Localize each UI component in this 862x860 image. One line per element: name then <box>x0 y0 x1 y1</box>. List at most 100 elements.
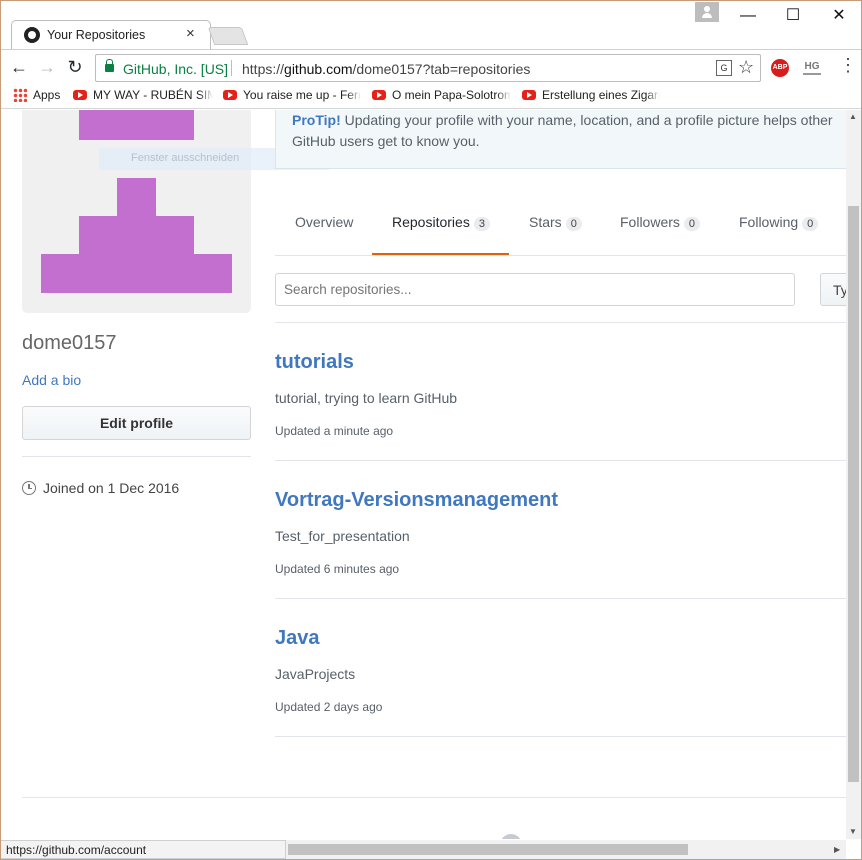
github-favicon-icon <box>24 27 40 43</box>
fade-overlay <box>347 88 361 102</box>
adblock-plus-icon[interactable]: ABP <box>771 59 789 77</box>
minimize-button[interactable]: — <box>733 5 763 27</box>
edit-profile-button[interactable]: Edit profile <box>22 406 251 440</box>
browser-menu-icon[interactable]: ⋮ <box>839 55 857 76</box>
clock-icon <box>22 481 36 495</box>
tab-title: Your Repositories <box>47 28 146 42</box>
repo-name-link[interactable]: Java <box>275 627 320 650</box>
selected-tab-underline <box>372 253 509 255</box>
maximize-button[interactable]: ☐ <box>778 5 808 27</box>
hg-extension-icon[interactable]: HG <box>803 59 821 75</box>
bookmark-label: You raise me up - Ferr <box>243 88 361 102</box>
tab-label: Followers <box>620 214 680 230</box>
tab-label: Overview <box>295 214 354 230</box>
tab-repositories[interactable]: Repositories 3 <box>392 214 490 231</box>
repo-updated: Updated 2 days ago <box>275 700 383 714</box>
url-separator <box>231 60 232 76</box>
close-window-button[interactable]: ✕ <box>824 5 854 27</box>
horizontal-scroll-thumb[interactable] <box>288 844 688 855</box>
tab-close-icon[interactable]: × <box>186 25 195 42</box>
avatar-pixel <box>117 178 156 217</box>
repo-updated: Updated a minute ago <box>275 424 394 438</box>
fade-overlay <box>497 88 511 102</box>
repo-list-item: tutorials tutorial, trying to learn GitH… <box>275 323 846 461</box>
vertical-scrollbar[interactable]: ▲ ▼ <box>846 110 861 839</box>
avatar-pixel <box>41 254 232 293</box>
tab-label: Following <box>739 214 799 230</box>
repo-name-link[interactable]: tutorials <box>275 351 354 374</box>
new-tab-button[interactable] <box>207 27 249 45</box>
profile-username: dome0157 <box>22 332 117 354</box>
browser-tab[interactable]: Your Repositories × <box>11 20 211 49</box>
back-button[interactable]: ← <box>7 56 31 80</box>
scroll-right-arrow-icon[interactable]: ▶ <box>834 845 840 854</box>
reload-button[interactable]: ↻ <box>63 56 87 80</box>
avatar-pixel <box>79 216 194 255</box>
github-footer-logo-icon[interactable] <box>500 834 522 839</box>
profile-tabs: Overview Repositories 3 Stars 0 Followers 0… <box>275 200 846 256</box>
repo-name-link[interactable]: Vortrag-Versionsmanagement <box>275 489 558 512</box>
profile-user-icon[interactable] <box>695 2 719 22</box>
apps-grid-icon[interactable] <box>13 88 27 102</box>
youtube-icon <box>372 90 386 100</box>
status-url-bubble: https://github.com/account <box>1 840 286 859</box>
horizontal-scrollbar[interactable]: ▶ <box>286 840 846 859</box>
url-path: /dome0157?tab=repositories <box>352 61 531 77</box>
scroll-up-arrow-icon[interactable]: ▲ <box>849 112 857 121</box>
tab-label: Repositories <box>392 214 470 230</box>
joined-date: Joined on 1 Dec 2016 <box>22 480 179 496</box>
bookmark-label: Erstellung eines Zigarr <box>542 88 660 102</box>
tab-counter: 0 <box>565 217 582 231</box>
bookmarks-bar: Apps MY WAY - RUBÉN SIMÓN You raise me u… <box>1 85 861 109</box>
fade-overlay <box>646 88 660 102</box>
avatar-pixel <box>79 110 194 140</box>
lock-icon <box>105 59 114 72</box>
tab-following[interactable]: Following 0 <box>739 214 819 231</box>
bookmark-item[interactable]: MY WAY - RUBÉN SIMÓN <box>73 88 213 102</box>
repo-description: JavaProjects <box>275 666 356 682</box>
bookmark-label: O mein Papa-Solotrom <box>392 88 511 102</box>
protip-title: ProTip! <box>292 112 341 128</box>
protip-text: Updating your profile with your name, lo… <box>292 112 833 149</box>
address-bar[interactable]: GitHub, Inc. [US] https://github.com/dom… <box>95 54 761 82</box>
url-text[interactable]: https://github.com/dome0157?tab=reposito… <box>242 61 530 77</box>
youtube-icon <box>522 90 536 100</box>
forward-button[interactable]: → <box>35 56 59 80</box>
bookmark-star-icon[interactable]: ☆ <box>738 57 754 78</box>
translate-icon[interactable]: G <box>716 60 732 76</box>
bookmark-item[interactable]: Erstellung eines Zigarr <box>522 88 660 102</box>
bookmark-apps[interactable]: Apps <box>33 88 60 102</box>
scroll-down-arrow-icon[interactable]: ▼ <box>849 827 857 836</box>
fade-overlay <box>199 88 213 102</box>
title-bar: Your Repositories × — ☐ ✕ <box>1 1 861 49</box>
repo-list-item: Vortrag-Versionsmanagement Test_for_pres… <box>275 461 846 599</box>
footer-divider <box>22 797 846 798</box>
tab-stars[interactable]: Stars 0 <box>529 214 582 231</box>
repo-updated: Updated 6 minutes ago <box>275 562 400 576</box>
add-bio-link[interactable]: Add a bio <box>22 372 81 388</box>
repo-list-item: Java JavaProjects Updated 2 days ago <box>275 599 846 737</box>
protip-banner: ProTip! Updating your profile with your … <box>275 110 846 169</box>
tab-followers[interactable]: Followers 0 <box>620 214 701 231</box>
tab-overview[interactable]: Overview <box>295 214 353 230</box>
type-filter-button[interactable]: Ty <box>820 273 846 306</box>
avatar[interactable] <box>22 110 251 313</box>
page-content: Fenster ausschneiden dome0157 Add a bio … <box>1 110 846 839</box>
search-repositories-input[interactable] <box>275 273 795 306</box>
repo-description: tutorial, trying to learn GitHub <box>275 390 458 406</box>
vertical-scroll-thumb[interactable] <box>848 206 859 782</box>
tab-counter: 0 <box>802 217 819 231</box>
joined-text: Joined on 1 Dec 2016 <box>43 480 180 496</box>
bookmark-label: MY WAY - RUBÉN SIMÓN <box>93 88 213 102</box>
tab-counter: 3 <box>473 217 490 231</box>
tab-label: Stars <box>529 214 562 230</box>
browser-window: Your Repositories × — ☐ ✕ ← → ↻ GitHub, … <box>0 0 862 860</box>
url-prefix: https:// <box>242 61 285 77</box>
url-host: github.com <box>284 61 353 77</box>
youtube-icon <box>73 90 87 100</box>
site-identity[interactable]: GitHub, Inc. [US] <box>123 61 228 77</box>
bookmark-item[interactable]: O mein Papa-Solotrom <box>372 88 511 102</box>
bookmark-item[interactable]: You raise me up - Ferr <box>223 88 361 102</box>
tab-counter: 0 <box>683 217 701 231</box>
sidebar-divider <box>22 456 251 457</box>
